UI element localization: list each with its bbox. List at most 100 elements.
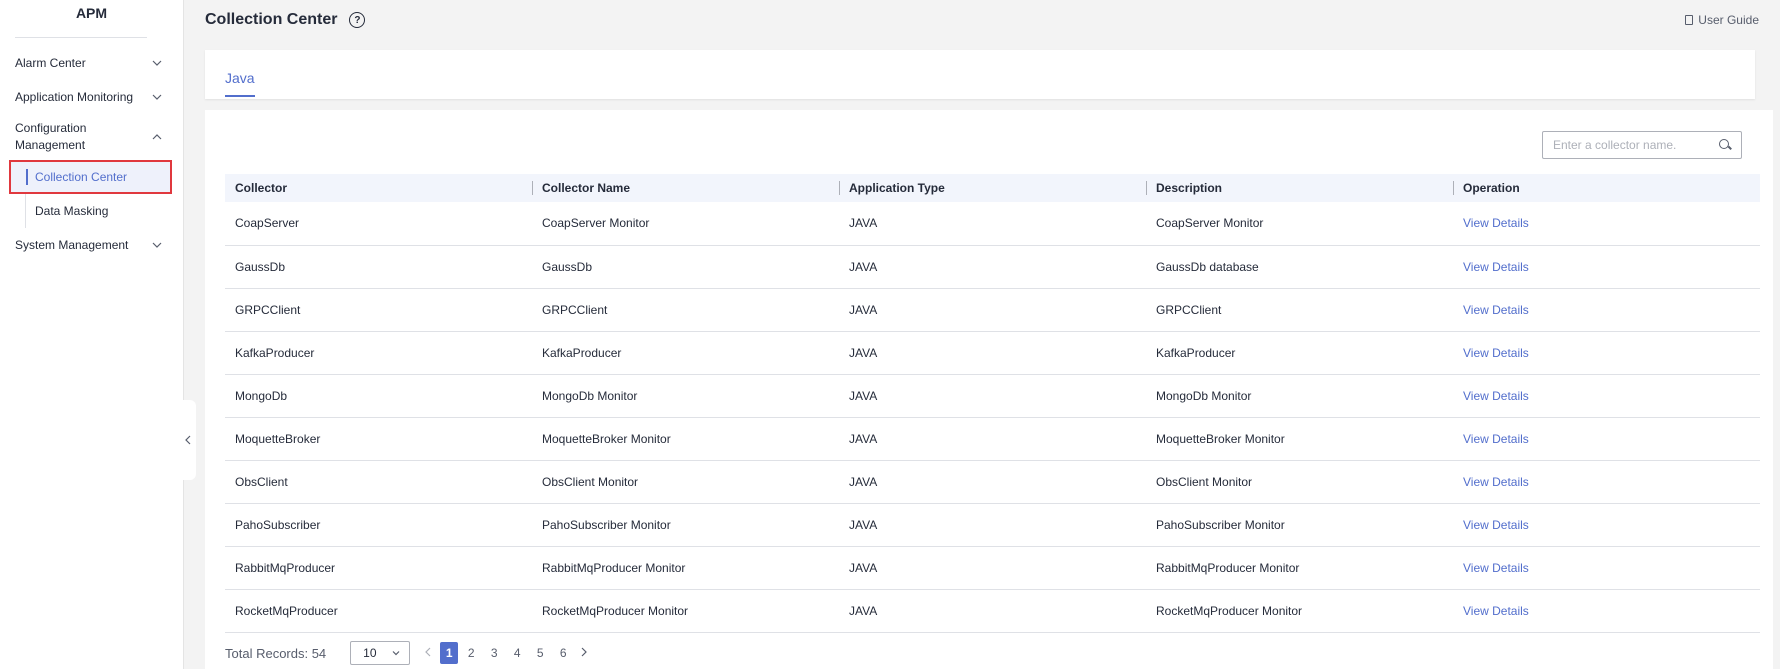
sidebar: APM Alarm Center Application Monitoring … [0,0,184,669]
page-size-select[interactable]: 10 [350,641,411,665]
view-details-link[interactable]: View Details [1463,475,1529,489]
document-icon [1685,15,1694,25]
cell-collector-name: GaussDb [542,259,593,274]
page-4-button[interactable]: 4 [507,646,527,660]
cell-collector-name: ObsClient Monitor [542,474,639,489]
cell-application-type: JAVA [849,603,878,618]
table-row: PahoSubscriber PahoSubscriber Monitor JAVA… [225,503,1760,547]
cell-application-type-cell: JAVA [839,589,1146,633]
sidebar-item-data-masking[interactable]: Data Masking [0,194,183,228]
view-details-link[interactable]: View Details [1463,518,1529,532]
search-input-wrapper [1542,131,1742,159]
view-details-link-cell: View Details [1453,202,1760,246]
cell-application-type: JAVA [849,517,878,532]
sidebar-item-collection-center[interactable]: Collection Center [9,160,172,194]
view-details-link[interactable]: View Details [1463,260,1529,274]
total-records: Total Records: 54 [225,645,327,661]
cell-description-cell: CoapServer Monitor [1146,202,1453,246]
chevron-down-icon [152,60,162,66]
cell-collector: KafkaProducer [235,345,315,360]
user-guide-link[interactable]: User Guide [1685,13,1759,27]
view-details-link[interactable]: View Details [1463,561,1529,575]
view-details-link-cell: View Details [1453,374,1760,418]
chevron-down-icon [392,651,400,656]
page-1-button[interactable]: 1 [440,642,459,664]
column-header-collector-name[interactable]: Collector Name [532,174,839,202]
sidebar-item-label: Application Monitoring [15,90,134,104]
cell-collector-cell: GRPCClient [225,288,532,332]
cell-collector: PahoSubscriber [235,517,321,532]
column-header-operation: Operation [1453,174,1760,202]
cell-application-type-cell: JAVA [839,202,1146,246]
sidebar-collapse-button[interactable] [180,400,196,480]
chevron-left-icon [185,435,191,445]
cell-collector-cell: RabbitMqProducer [225,546,532,590]
search-icon[interactable] [1719,139,1731,151]
sidebar-item-application-monitoring[interactable]: Application Monitoring [0,80,183,114]
cell-collector-name-cell: ObsClient Monitor [532,460,839,504]
table-row: GRPCClient GRPCClient JAVA GRPCClient View D… [225,288,1760,332]
page-list: 123456 [440,642,576,664]
page-5-button[interactable]: 5 [530,646,550,660]
tab-java[interactable]: Java [225,70,255,97]
cell-description: PahoSubscriber Monitor [1156,517,1285,532]
table-row: RocketMqProducer RocketMqProducer Monitor… [225,589,1760,633]
search-input[interactable] [1553,138,1713,152]
page-3-button[interactable]: 3 [484,646,504,660]
view-details-link[interactable]: View Details [1463,604,1529,618]
sidebar-item-label: Alarm Center [15,56,86,70]
table-header-row: Collector Collector Name Application Typ… [225,174,1760,202]
cell-collector-cell: MongoDb [225,374,532,418]
page-title-text: Collection Center [205,11,338,28]
view-details-link[interactable]: View Details [1463,303,1529,317]
cell-application-type-cell: JAVA [839,417,1146,461]
cell-collector-name: PahoSubscriber Monitor [542,517,671,532]
next-page-button[interactable] [576,646,592,660]
cell-application-type-cell: JAVA [839,460,1146,504]
cell-application-type-cell: JAVA [839,503,1146,547]
table-row: CoapServer CoapServer Monitor JAVA CoapServ… [225,202,1760,246]
cell-collector-name: MongoDb Monitor [542,388,638,403]
chevron-right-icon [581,647,588,657]
cell-application-type-cell: JAVA [839,288,1146,332]
table-row: RabbitMqProducer RabbitMqProducer Monitor… [225,546,1760,590]
column-header-description[interactable]: Description [1146,174,1453,202]
sidebar-item-label-line2: Management [15,138,86,152]
column-header-collector[interactable]: Collector [225,174,532,202]
cell-description-cell: MoquetteBroker Monitor [1146,417,1453,461]
page-size-value: 10 [363,646,377,660]
column-header-application-type[interactable]: Application Type [839,174,1146,202]
prev-page-button[interactable] [420,646,436,660]
cell-description: ObsClient Monitor [1156,474,1253,489]
sidebar-item-configuration-management[interactable]: Configuration Management [0,114,183,160]
cell-description-cell: ObsClient Monitor [1146,460,1453,504]
sidebar-item-alarm-center[interactable]: Alarm Center [0,46,183,80]
view-details-link[interactable]: View Details [1463,432,1529,446]
page-2-button[interactable]: 2 [461,646,481,660]
cell-collector-cell: ObsClient [225,460,532,504]
table-row: MoquetteBroker MoquetteBroker Monitor JAVA… [225,417,1760,461]
sidebar-item-system-management[interactable]: System Management [0,228,183,262]
cell-collector: MoquetteBroker [235,431,321,446]
view-details-link[interactable]: View Details [1463,346,1529,360]
cell-collector-name: CoapServer Monitor [542,216,650,231]
cell-collector: MongoDb [235,388,288,403]
cell-collector-name-cell: CoapServer Monitor [532,202,839,246]
cell-application-type: JAVA [849,216,878,231]
view-details-link[interactable]: View Details [1463,216,1529,230]
help-icon[interactable]: ? [349,12,366,28]
table-row: GaussDb GaussDb JAVA GaussDb database View D… [225,245,1760,289]
cell-description: RabbitMqProducer Monitor [1156,560,1300,575]
tabs-bar: Java [205,50,1755,99]
cell-description-cell: KafkaProducer [1146,331,1453,375]
view-details-link-cell: View Details [1453,460,1760,504]
cell-collector-name-cell: RocketMqProducer Monitor [532,589,839,633]
view-details-link-cell: View Details [1453,589,1760,633]
cell-application-type-cell: JAVA [839,331,1146,375]
cell-application-type: JAVA [849,259,878,274]
view-details-link[interactable]: View Details [1463,389,1529,403]
cell-collector-cell: CoapServer [225,202,532,246]
page-header: Collection Center ? User Guide [205,0,1760,40]
collector-table: Collector Collector Name Application Typ… [225,174,1760,633]
page-6-button[interactable]: 6 [553,646,573,660]
